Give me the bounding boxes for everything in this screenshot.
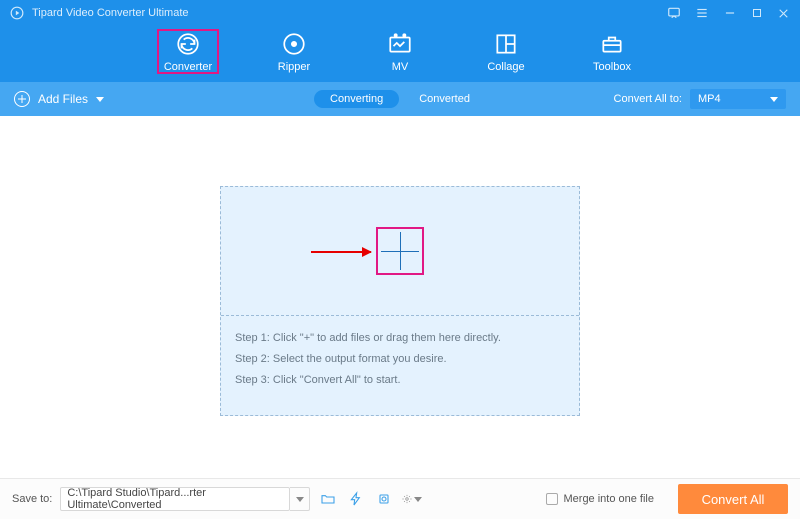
- nav-label: Converter: [158, 61, 218, 73]
- app-logo-icon: [10, 6, 24, 20]
- close-icon[interactable]: [777, 7, 790, 20]
- step-3: Step 3: Click "Convert All" to start.: [235, 370, 565, 391]
- nav-mv[interactable]: MV: [370, 30, 430, 73]
- converter-icon: [175, 31, 201, 57]
- seg-converting[interactable]: Converting: [314, 90, 399, 108]
- gear-icon: [402, 491, 412, 507]
- ripper-icon: [281, 31, 307, 57]
- status-segmented: Converting Converted: [314, 90, 486, 108]
- mv-icon: [387, 31, 413, 57]
- feedback-icon[interactable]: [667, 6, 681, 20]
- settings-button[interactable]: [402, 489, 422, 509]
- drop-zone[interactable]: Step 1: Click "+" to add files or drag t…: [220, 186, 580, 416]
- nav-label: MV: [370, 61, 430, 73]
- nav-collage[interactable]: Collage: [476, 30, 536, 73]
- nav-converter[interactable]: Converter: [158, 30, 218, 73]
- save-to-label: Save to:: [12, 493, 52, 505]
- open-folder-button[interactable]: [318, 489, 338, 509]
- chip-icon: [376, 491, 392, 507]
- step-2: Step 2: Select the output format you des…: [235, 349, 565, 370]
- annotation-arrow: [311, 251, 371, 253]
- save-path-dropdown[interactable]: [290, 487, 310, 511]
- add-file-plus-button[interactable]: [376, 227, 424, 275]
- merge-label: Merge into one file: [564, 493, 655, 505]
- sub-toolbar: Add Files Converting Converted Convert A…: [0, 82, 800, 116]
- maximize-icon[interactable]: [751, 7, 763, 19]
- bottom-bar: Save to: C:\Tipard Studio\Tipard...rter …: [0, 478, 800, 519]
- chevron-down-icon: [770, 97, 778, 102]
- chevron-down-icon: [96, 97, 104, 102]
- convert-all-button[interactable]: Convert All: [678, 484, 788, 514]
- nav-ripper[interactable]: Ripper: [264, 30, 324, 73]
- save-path-field[interactable]: C:\Tipard Studio\Tipard...rter Ultimate\…: [60, 487, 290, 511]
- step-1: Step 1: Click "+" to add files or drag t…: [235, 328, 565, 349]
- convert-all-to-label: Convert All to:: [614, 93, 682, 105]
- menu-icon[interactable]: [695, 6, 709, 20]
- plus-circle-icon: [14, 91, 30, 107]
- chevron-down-icon: [414, 497, 422, 502]
- minimize-icon[interactable]: [723, 6, 737, 20]
- add-files-button[interactable]: Add Files: [14, 91, 104, 107]
- nav-label: Collage: [476, 61, 536, 73]
- save-path-value: C:\Tipard Studio\Tipard...rter Ultimate\…: [67, 487, 283, 511]
- plus-icon: [381, 251, 419, 252]
- format-select[interactable]: MP4: [690, 89, 786, 109]
- instruction-steps: Step 1: Click "+" to add files or drag t…: [221, 316, 579, 403]
- app-title: Tipard Video Converter Ultimate: [32, 7, 189, 19]
- checkbox-icon: [546, 493, 558, 505]
- add-files-label: Add Files: [38, 92, 88, 106]
- lightning-off-icon: [348, 491, 364, 507]
- nav-label: Toolbox: [582, 61, 642, 73]
- folder-icon: [320, 491, 336, 507]
- merge-checkbox[interactable]: Merge into one file: [546, 493, 655, 505]
- seg-converted[interactable]: Converted: [403, 90, 486, 108]
- nav-label: Ripper: [264, 61, 324, 73]
- gpu-button[interactable]: [374, 489, 394, 509]
- main-nav: Converter Ripper MV Collage Toolbox: [0, 26, 800, 82]
- chevron-down-icon: [296, 497, 304, 502]
- titlebar: Tipard Video Converter Ultimate: [0, 0, 800, 26]
- format-value: MP4: [698, 93, 721, 105]
- workspace: Step 1: Click "+" to add files or drag t…: [0, 116, 800, 478]
- hw-accel-button[interactable]: [346, 489, 366, 509]
- nav-toolbox[interactable]: Toolbox: [582, 30, 642, 73]
- toolbox-icon: [599, 31, 625, 57]
- collage-icon: [493, 31, 519, 57]
